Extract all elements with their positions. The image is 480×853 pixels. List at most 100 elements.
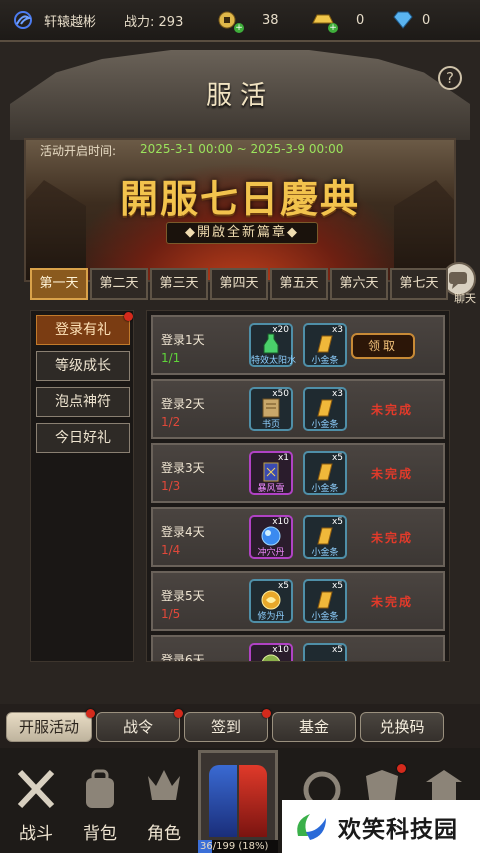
coin-resource[interactable]: + 38 <box>218 11 279 33</box>
tab-day-3[interactable]: 第三天 <box>150 268 208 300</box>
item-name: 书页 <box>261 420 280 430</box>
category-idle-rune[interactable]: 泡点神符 <box>36 387 130 417</box>
coin-value: 38 <box>262 12 279 28</box>
backpack-icon <box>86 769 114 808</box>
activity-server-event[interactable]: 开服活动 <box>6 709 95 742</box>
spiral-emblem-icon[interactable] <box>12 9 34 31</box>
reward-item[interactable]: x5 修为丹 <box>249 579 293 623</box>
category-daily-gift[interactable]: 今日好礼 <box>36 423 130 453</box>
item-count: x20 <box>272 325 289 335</box>
activity-sign-in[interactable]: 签到 <box>184 709 271 742</box>
item-count: x3 <box>331 389 343 399</box>
notification-dot <box>174 709 183 718</box>
crossed-swords-icon <box>17 769 55 809</box>
reward-row: 登录6天 x10 x5 <box>151 635 445 662</box>
item-count: x10 <box>272 645 289 655</box>
category-level-growth[interactable]: 等级成长 <box>36 351 130 381</box>
item-count: x50 <box>272 389 289 399</box>
reward-item[interactable]: x10 <box>249 643 293 661</box>
activity-redeem-code[interactable]: 兑换码 <box>360 712 444 742</box>
tab-day-6[interactable]: 第六天 <box>330 268 388 300</box>
reward-item[interactable]: x3 小金条 <box>303 323 347 367</box>
item-count: x1 <box>277 453 289 463</box>
reward-item[interactable]: x5 小金条 <box>303 579 347 623</box>
reward-item[interactable]: x1 暴风雪 <box>249 451 293 495</box>
category-login-gift[interactable]: 登录有礼 <box>36 312 133 345</box>
reward-item[interactable]: x50 书页 <box>249 387 293 431</box>
incomplete-status: 未完成 <box>370 595 413 609</box>
ingot-add-icon[interactable]: + <box>328 23 338 33</box>
diamond-resource[interactable]: 0 <box>392 11 430 29</box>
day-tabs: 第一天 第二天 第三天 第四天 第五天 第六天 第七天 <box>30 268 450 300</box>
row-progress: 1/2 <box>161 415 181 429</box>
activity-label: 开服活动 <box>18 718 79 736</box>
site-watermark: 欢笑科技园 <box>282 800 480 853</box>
item-name: 小金条 <box>311 420 339 430</box>
activity-bar: 开服活动 战令 签到 基金 兑换码 <box>0 704 480 748</box>
row-day-label: 登录3天 <box>161 461 205 475</box>
row-progress: 1/1 <box>161 351 181 365</box>
reward-row: 登录3天 1/3 x1 暴风雪 x5 小金条 未完成 <box>151 443 445 503</box>
help-button[interactable]: ? <box>438 66 462 90</box>
item-count: x10 <box>272 517 289 527</box>
watermark-text: 欢笑科技园 <box>338 816 458 843</box>
item-count: x5 <box>331 581 343 591</box>
notification-dot <box>86 709 95 718</box>
tab-day-2[interactable]: 第二天 <box>90 268 148 300</box>
nav-label: 背包 <box>83 824 117 844</box>
item-count: x5 <box>331 645 343 655</box>
item-name: 暴风雪 <box>257 484 285 494</box>
activity-label: 战令 <box>122 718 153 736</box>
row-progress: 1/5 <box>161 607 181 621</box>
claim-button[interactable]: 领取 <box>351 333 415 359</box>
nav-label: 战斗 <box>19 824 53 844</box>
player-name: 轩辕越彬 <box>44 14 97 30</box>
experience-text: 36/199 (18%) <box>200 841 269 852</box>
tab-day-7[interactable]: 第七天 <box>390 268 448 300</box>
server-event-panel: 服活 ? 活动开启时间: 2025-3-1 00:00 ~ 2025-3-9 0… <box>0 40 480 704</box>
reward-item[interactable]: x5 小金条 <box>303 451 347 495</box>
row-progress: 1/3 <box>161 479 181 493</box>
activity-label: 签到 <box>210 718 241 736</box>
activity-fund[interactable]: 基金 <box>272 712 356 742</box>
tab-day-1[interactable]: 第一天 <box>30 268 88 300</box>
reward-item[interactable]: x5 <box>303 643 347 661</box>
category-label: 登录有礼 <box>55 322 111 338</box>
ingot-value: 0 <box>356 12 365 28</box>
reward-list[interactable]: 登录1天 1/1 x20 特效太阳水 x3 小金条 领取 登录2天 1/2 x5… <box>146 310 450 662</box>
coin-add-icon[interactable]: + <box>234 23 244 33</box>
ingot-resource[interactable]: + 0 <box>312 11 365 33</box>
item-name: 冲穴丹 <box>257 548 285 558</box>
item-count: x3 <box>331 325 343 335</box>
nav-character[interactable]: 角色 <box>134 766 194 844</box>
item-name: 小金条 <box>311 484 339 494</box>
item-count: x5 <box>331 517 343 527</box>
nav-label: 角色 <box>147 824 181 844</box>
power-display: 战力: 293 <box>124 11 183 30</box>
tab-day-4[interactable]: 第四天 <box>210 268 268 300</box>
diamond-value: 0 <box>422 12 431 28</box>
diamond-icon <box>393 11 413 29</box>
nav-backpack[interactable]: 背包 <box>70 766 130 844</box>
reward-item[interactable]: x5 小金条 <box>303 515 347 559</box>
portal-gate-button[interactable] <box>198 750 278 844</box>
item-name: 小金条 <box>311 612 339 622</box>
row-day-label: 登录1天 <box>161 333 205 347</box>
reward-item[interactable]: x20 特效太阳水 <box>249 323 296 367</box>
reward-row: 登录5天 1/5 x5 修为丹 x5 小金条 未完成 <box>151 571 445 631</box>
event-category-list: 登录有礼 等级成长 泡点神符 今日好礼 <box>30 310 134 662</box>
nav-battle[interactable]: 战斗 <box>6 766 66 844</box>
incomplete-status: 未完成 <box>370 531 413 545</box>
activity-battle-pass[interactable]: 战令 <box>96 709 183 742</box>
notification-dot <box>397 764 406 773</box>
power-value: 293 <box>158 14 184 30</box>
watermark-logo-icon <box>297 814 326 840</box>
item-count: x5 <box>331 453 343 463</box>
row-day-label: 登录6天 <box>161 653 205 662</box>
reward-item[interactable]: x10 冲穴丹 <box>249 515 293 559</box>
reward-row: 登录1天 1/1 x20 特效太阳水 x3 小金条 领取 <box>151 315 445 375</box>
tab-day-5[interactable]: 第五天 <box>270 268 328 300</box>
reward-item[interactable]: x3 小金条 <box>303 387 347 431</box>
item-name: 修为丹 <box>257 612 285 622</box>
top-status-bar: 轩辕越彬 战力: 293 + 38 + 0 0 <box>0 0 480 40</box>
